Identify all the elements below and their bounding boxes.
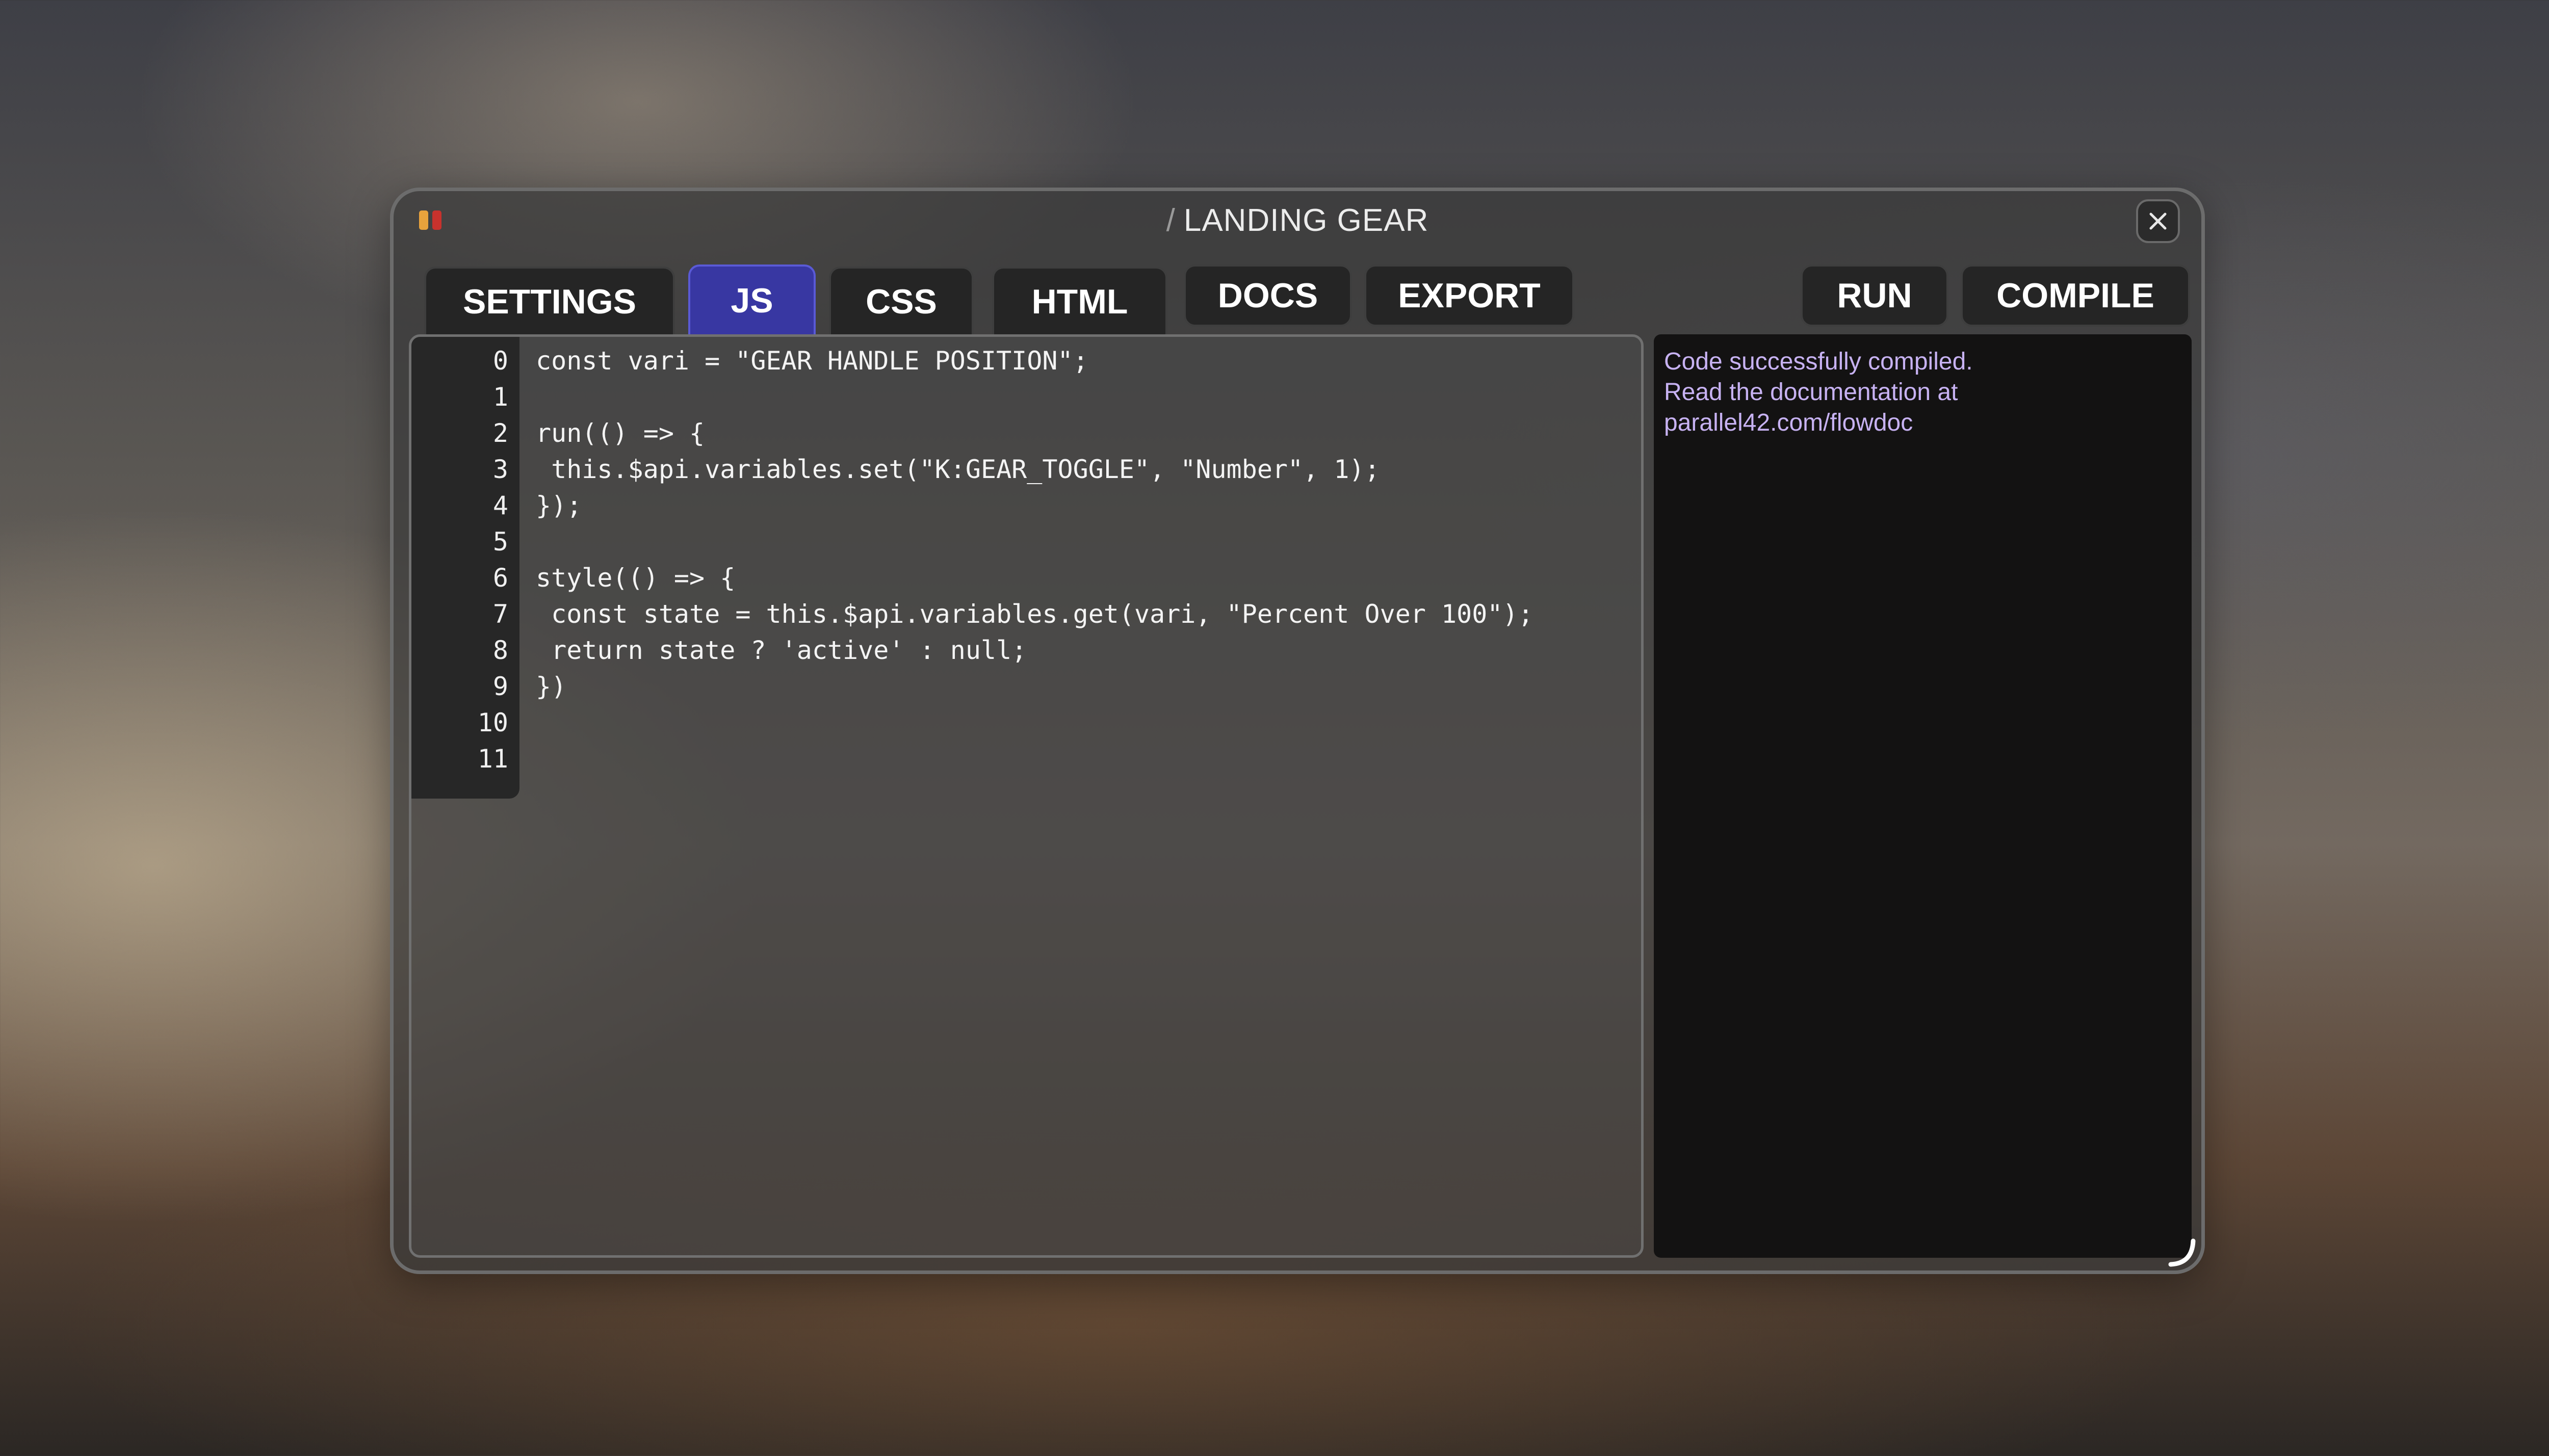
code-line[interactable]: 11 — [411, 741, 1641, 777]
code-line[interactable]: 10 — [411, 705, 1641, 741]
line-number: 4 — [492, 491, 508, 520]
tab-js[interactable]: JS — [688, 264, 816, 334]
code-text: style(() => { — [536, 563, 736, 593]
compile-button[interactable]: COMPILE — [1961, 264, 2190, 327]
code-editor[interactable]: 0 const vari = "GEAR HANDLE POSITION"; 1 … — [409, 334, 1644, 1258]
breadcrumb-separator: / — [1166, 203, 1176, 238]
code-text: return state ? 'active' : null; — [536, 636, 1027, 665]
line-number: 3 — [492, 455, 508, 484]
docs-button[interactable]: DOCS — [1184, 264, 1352, 327]
code-line[interactable]: 7 const state = this.$api.variables.get(… — [411, 596, 1641, 632]
line-number: 10 — [477, 708, 508, 737]
console-line: Code successfully compiled. — [1664, 348, 1973, 375]
line-number: 2 — [492, 418, 508, 448]
line-number: 6 — [492, 563, 508, 593]
close-icon — [2149, 213, 2167, 230]
tab-settings[interactable]: SETTINGS — [424, 267, 675, 334]
output-console: Code successfully compiled. Read the doc… — [1654, 334, 2192, 1258]
editor-window: / LANDING GEAR SETTINGS JS CSS HTML DOCS … — [390, 188, 2205, 1274]
line-number: 0 — [492, 346, 508, 376]
close-button[interactable] — [2136, 199, 2180, 243]
console-line: Read the documentation at — [1664, 379, 1958, 406]
run-button[interactable]: RUN — [1801, 264, 1948, 327]
export-button[interactable]: EXPORT — [1364, 264, 1574, 327]
line-number: 9 — [492, 672, 508, 701]
console-line: parallel42.com/flowdoc — [1664, 409, 1913, 436]
line-number: 1 — [492, 382, 508, 412]
code-line[interactable]: 6 style(() => { — [411, 560, 1641, 596]
code-text: run(() => { — [536, 418, 705, 448]
code-line[interactable]: 9}) — [411, 669, 1641, 705]
line-number: 8 — [492, 636, 508, 665]
code-line[interactable]: 2 run(() => { — [411, 415, 1641, 452]
code-line[interactable]: 8 return state ? 'active' : null; — [411, 632, 1641, 669]
code-line[interactable]: 0 const vari = "GEAR HANDLE POSITION"; — [411, 343, 1641, 379]
window-title-text: LANDING GEAR — [1183, 203, 1429, 238]
line-number: 7 — [492, 599, 508, 629]
code-text: const vari = "GEAR HANDLE POSITION"; — [536, 346, 1088, 376]
code-text: this.$api.variables.set("K:GEAR_TOGGLE",… — [536, 455, 1380, 484]
tab-html[interactable]: HTML — [992, 267, 1167, 334]
code-text: }) — [536, 672, 567, 701]
tab-css[interactable]: CSS — [829, 267, 974, 334]
code-line[interactable]: 3 this.$api.variables.set("K:GEAR_TOGGLE… — [411, 452, 1641, 488]
line-number: 11 — [477, 744, 508, 774]
title-bar[interactable]: / LANDING GEAR — [394, 191, 2201, 250]
code-line[interactable]: 4}); — [411, 488, 1641, 524]
resize-handle-icon[interactable] — [2167, 1237, 2197, 1267]
code-line[interactable]: 1 — [411, 379, 1641, 415]
line-number: 5 — [492, 527, 508, 557]
code-line[interactable]: 5 — [411, 524, 1641, 560]
code-text: }); — [536, 491, 582, 520]
window-title: / LANDING GEAR — [394, 202, 2201, 239]
code-text: const state = this.$api.variables.get(va… — [536, 599, 1533, 629]
